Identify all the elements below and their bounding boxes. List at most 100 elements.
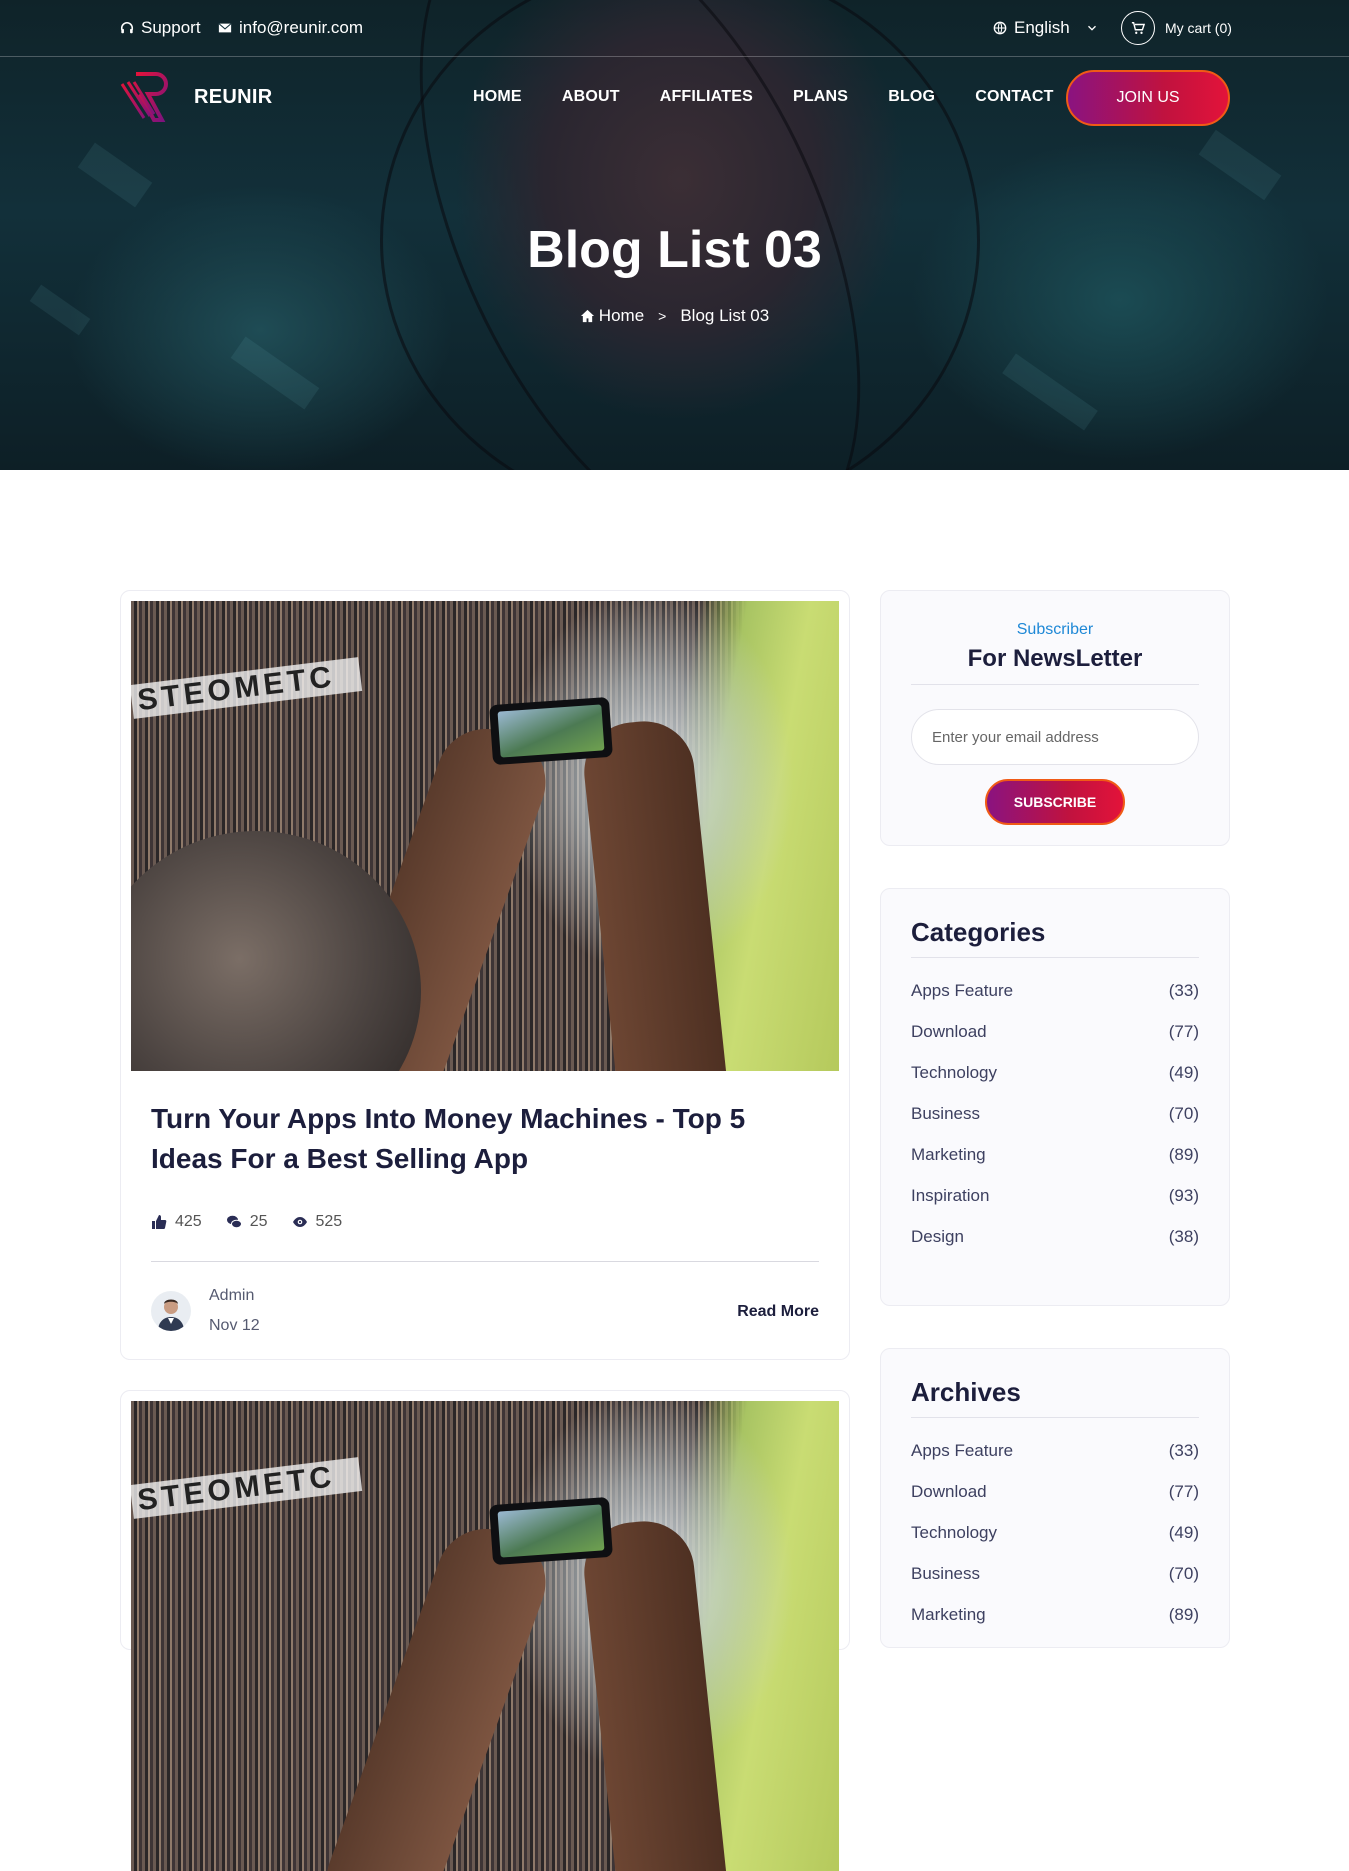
breadcrumb-home-label: Home [598,306,645,325]
archive-label: Download [911,1482,987,1501]
archive-item[interactable]: Technology (49) [911,1523,1199,1564]
nav-link-plans[interactable]: PLANS [793,88,848,106]
shard-decor [1002,353,1098,431]
cart-link[interactable]: My cart (0) [1121,11,1232,45]
join-us-button[interactable]: JOIN US [1066,70,1230,126]
category-label: Technology [911,1063,998,1082]
globe-icon [993,21,1007,35]
category-count: (89) [1168,1145,1199,1164]
archive-count: (77) [1168,1482,1199,1501]
archives-list: Apps Feature (33) Download (77) Technology… [911,1441,1199,1646]
category-item[interactable]: Download (77) [911,1022,1199,1063]
archive-item[interactable]: Download (77) [911,1482,1199,1523]
right-arm-decor [579,716,733,1071]
category-count: (49) [1168,1063,1199,1082]
page-title: Blog List 03 [527,221,822,279]
archive-item[interactable]: Marketing (89) [911,1605,1199,1646]
archives-title: Archives [911,1377,1021,1407]
archives-widget: Archives Apps Feature (33) Download (77) T… [880,1348,1230,1648]
avatar[interactable] [151,1291,191,1331]
newsletter-widget: Subscriber For NewsLetter SUBSCRIBE [880,590,1230,846]
nav-link-affiliates[interactable]: AFFILIATES [660,88,753,106]
home-icon [580,309,594,323]
archive-label: Business [911,1564,980,1583]
left-arm-decor [312,1514,560,1871]
newsletter-email-input[interactable] [911,709,1199,765]
blog-post-card: STEOMETC [120,1390,850,1871]
support-label: Support [141,18,201,37]
category-label: Marketing [911,1145,986,1164]
comments-count: 25 [249,1213,268,1230]
post-author: Admin Nov 12 [151,1281,260,1341]
support-link[interactable]: Support [120,18,201,38]
thumbs-up-icon [152,1215,167,1229]
shard-decor [230,336,320,410]
nav-link-blog[interactable]: BLOG [888,88,935,106]
comments-stat[interactable]: 25 [226,1213,268,1231]
category-count: (77) [1168,1022,1199,1041]
breadcrumb-home[interactable]: Home [580,306,644,326]
archive-count: (33) [1168,1441,1199,1460]
nav-link-home[interactable]: HOME [473,88,522,106]
chevron-down-icon [1087,25,1096,31]
archive-item[interactable]: Business (70) [911,1564,1199,1605]
category-label: Inspiration [911,1186,990,1205]
post-image[interactable]: STEOMETC [131,601,839,1071]
likes-stat[interactable]: 425 [151,1213,202,1231]
category-count: (38) [1168,1227,1199,1246]
shard-decor [77,142,153,208]
cart-icon [1121,11,1155,45]
category-item[interactable]: Business (70) [911,1104,1199,1145]
phone-decor [489,696,613,766]
author-name[interactable]: Admin [209,1281,260,1311]
newsletter-eyebrow: Subscriber [1016,621,1094,638]
archive-count: (49) [1168,1523,1199,1542]
main-nav: REUNIR HOME ABOUT AFFILIATES PLANS BLOG … [0,70,1349,130]
spectator-head-decor [131,831,421,1071]
comments-icon [226,1215,242,1229]
archive-label: Apps Feature [911,1441,1014,1460]
stadium-banner-text: STEOMETC [131,657,363,719]
archive-item[interactable]: Apps Feature (33) [911,1441,1199,1482]
categories-list: Apps Feature (33) Download (77) Technology… [911,981,1199,1268]
right-arm-decor [579,1516,733,1871]
email-link[interactable]: info@reunir.com [218,18,363,38]
post-divider [151,1261,819,1262]
newsletter-title: For NewsLetter [967,645,1143,672]
headset-icon [120,22,134,34]
cart-label: My cart (0) [1165,20,1232,36]
category-label: Design [911,1227,964,1246]
language-label: English [1014,18,1070,37]
phone-decor [489,1496,613,1566]
blog-post-card: STEOMETC Turn Your Apps Into Money Machi… [120,590,850,1360]
nav-link-about[interactable]: ABOUT [562,88,620,106]
category-item[interactable]: Apps Feature (33) [911,981,1199,1022]
category-label: Apps Feature [911,981,1014,1000]
brand-name: REUNIR [194,85,273,108]
archive-count: (70) [1168,1564,1199,1583]
likes-count: 425 [175,1213,202,1230]
subscribe-button[interactable]: SUBSCRIBE [985,779,1125,825]
category-item[interactable]: Technology (49) [911,1063,1199,1104]
category-count: (33) [1168,981,1199,1000]
category-label: Business [911,1104,980,1123]
read-more-link[interactable]: Read More [737,1303,819,1321]
top-bar: Support info@reunir.com English My cart … [0,0,1349,57]
eye-icon [292,1217,307,1227]
newsletter-divider [911,684,1199,685]
post-title[interactable]: Turn Your Apps Into Money Machines - Top… [151,1099,791,1179]
archives-divider [911,1417,1199,1418]
language-selector[interactable]: English [993,18,1099,38]
brand-logo[interactable]: REUNIR [120,70,272,124]
category-item[interactable]: Design (38) [911,1227,1199,1268]
categories-title: Categories [911,917,1046,947]
email-label: info@reunir.com [239,18,364,37]
category-item[interactable]: Marketing (89) [911,1145,1199,1186]
post-stats: 425 25 525 [151,1213,342,1231]
nav-links: HOME ABOUT AFFILIATES PLANS BLOG CONTACT [473,88,1094,106]
category-item[interactable]: Inspiration (93) [911,1186,1199,1227]
nav-link-contact[interactable]: CONTACT [975,88,1053,106]
shard-decor [1198,129,1282,201]
views-stat[interactable]: 525 [292,1213,342,1231]
post-image[interactable]: STEOMETC [131,1401,839,1871]
